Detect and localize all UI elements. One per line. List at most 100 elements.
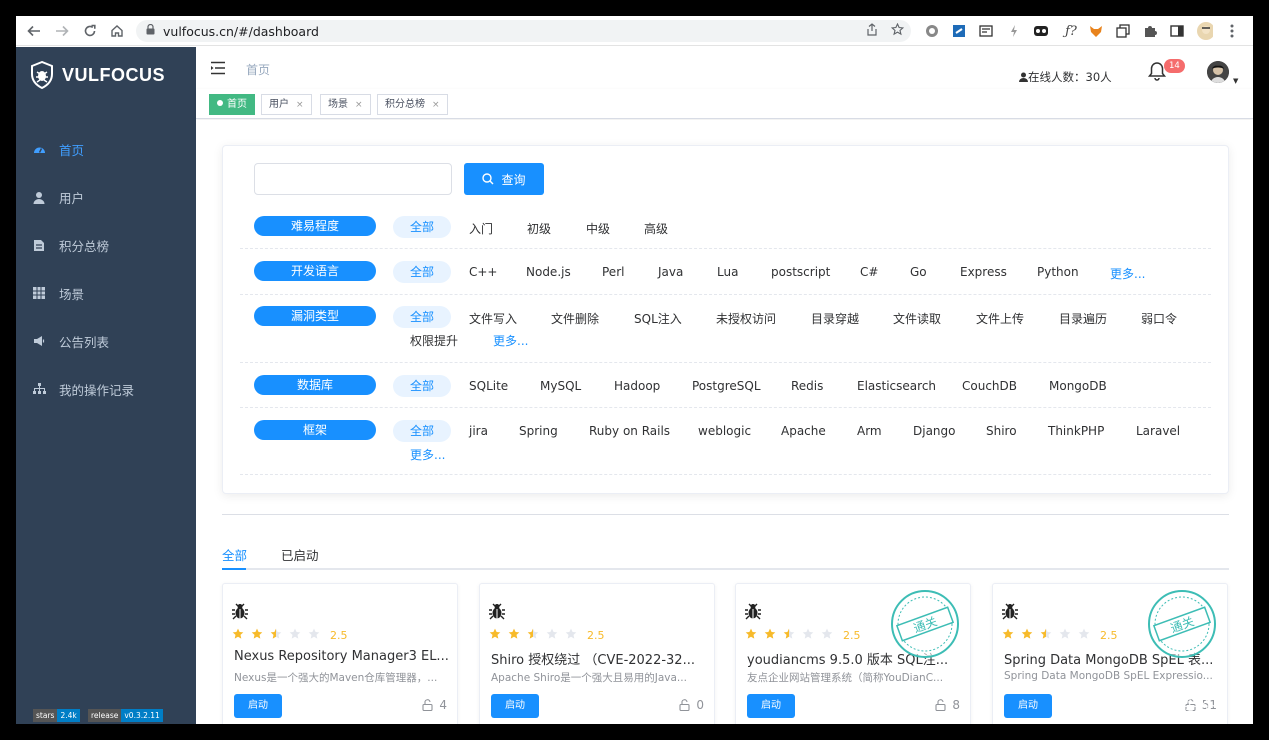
profile-avatar-icon[interactable]	[1197, 22, 1213, 40]
vuln-card[interactable]: 2.5 youdiancms 9.5.0 版本 SQL注... 友点企业网站管理…	[735, 583, 971, 724]
filter-option[interactable]: MongoDB	[1049, 379, 1107, 393]
search-input[interactable]	[254, 163, 452, 195]
vuln-card[interactable]: 2.5 Shiro 授权绕过 （CVE-2022-32... Apache Sh…	[479, 583, 715, 724]
filter-option[interactable]: Laravel	[1136, 424, 1180, 438]
sidebar-item-scenes[interactable]: 场景	[16, 269, 196, 317]
more-menu-icon[interactable]	[1224, 23, 1240, 39]
filter-option[interactable]: Redis	[791, 379, 823, 393]
filter-option[interactable]: 文件上传	[976, 310, 1024, 327]
address-bar[interactable]: vulfocus.cn/#/dashboard	[136, 20, 911, 42]
filter-option-all[interactable]: 全部	[393, 216, 452, 238]
extension-s-icon[interactable]	[951, 23, 967, 39]
filter-option[interactable]: 目录遍历	[1059, 310, 1107, 327]
start-button[interactable]: 启动	[747, 694, 795, 718]
reload-icon[interactable]	[77, 18, 103, 44]
filter-option[interactable]: 文件删除	[551, 310, 599, 327]
extension-glasses-icon[interactable]	[1033, 23, 1049, 39]
extension-bolt-icon[interactable]	[1006, 23, 1022, 39]
filter-option[interactable]: Shiro	[986, 424, 1017, 438]
filter-option-all[interactable]: 全部	[393, 420, 452, 442]
filter-option[interactable]: MySQL	[540, 379, 581, 393]
filter-option[interactable]: C++	[469, 265, 498, 279]
release-badge[interactable]: release v0.3.2.11	[88, 709, 163, 722]
start-button[interactable]: 启动	[234, 694, 282, 718]
filter-option[interactable]: postscript	[771, 265, 830, 279]
filter-option[interactable]: Node.js	[526, 265, 571, 279]
home-icon[interactable]	[104, 18, 130, 44]
filter-option[interactable]: Lua	[717, 265, 738, 279]
search-button[interactable]: 查询	[464, 163, 544, 195]
filter-option[interactable]: Ruby on Rails	[589, 424, 670, 438]
breadcrumb[interactable]: 首页	[246, 61, 270, 78]
hamburger-icon[interactable]	[210, 61, 226, 75]
filter-option-all[interactable]: 全部	[393, 306, 452, 328]
filter-option[interactable]: 文件写入	[469, 310, 517, 327]
puzzle-icon[interactable]	[1142, 23, 1158, 39]
filter-option[interactable]: Spring	[519, 424, 558, 438]
extension-copy-icon[interactable]	[1115, 23, 1131, 39]
extension-fx-icon[interactable]: ƒ?	[1060, 23, 1082, 39]
filter-option-all[interactable]: 全部	[393, 375, 452, 397]
logo[interactable]: VULFOCUS	[30, 61, 165, 89]
filter-more-link[interactable]: 更多...	[410, 446, 445, 463]
filter-option[interactable]: 初级	[527, 220, 551, 237]
share-icon[interactable]	[866, 23, 878, 39]
avatar[interactable]	[1207, 61, 1229, 83]
filter-option[interactable]: ThinkPHP	[1048, 424, 1104, 438]
tab-all[interactable]: 全部	[222, 545, 247, 564]
filter-option[interactable]: weblogic	[698, 424, 751, 438]
forward-icon[interactable]	[49, 18, 75, 44]
stars-badge[interactable]: stars 2.4k	[33, 709, 80, 722]
notification-badge[interactable]: 14	[1164, 59, 1185, 73]
bookmark-star-icon[interactable]	[890, 22, 905, 39]
filter-option[interactable]: jira	[469, 424, 488, 438]
filter-more-link[interactable]: 更多...	[1110, 265, 1145, 282]
close-icon[interactable]: ×	[296, 100, 304, 110]
sidebar-item-announcements[interactable]: 公告列表	[16, 317, 196, 365]
filter-option[interactable]: Go	[910, 265, 927, 279]
extension-circle-icon[interactable]	[924, 23, 940, 39]
filter-option[interactable]: 中级	[586, 220, 610, 237]
filter-option[interactable]: Hadoop	[614, 379, 660, 393]
close-icon[interactable]: ×	[355, 100, 363, 110]
extension-fox-icon[interactable]	[1088, 23, 1104, 39]
filter-option[interactable]: 目录穿越	[811, 310, 859, 327]
vuln-card[interactable]: 2.5 Nexus Repository Manager3 EL... Nexu…	[222, 583, 458, 724]
tag-users[interactable]: 用户 ×	[261, 94, 312, 115]
filter-option[interactable]: 高级	[644, 220, 668, 237]
start-button[interactable]: 启动	[491, 694, 539, 718]
filter-option[interactable]: SQLite	[469, 379, 508, 393]
tag-ranking[interactable]: 积分总榜 ×	[377, 94, 448, 115]
back-icon[interactable]	[21, 18, 47, 44]
tab-started[interactable]: 已启动	[281, 545, 319, 564]
sidepanel-icon[interactable]	[1169, 23, 1185, 39]
close-icon[interactable]: ×	[432, 100, 440, 110]
filter-option[interactable]: Perl	[602, 265, 624, 279]
filter-option[interactable]: 未授权访问	[716, 310, 776, 327]
filter-option[interactable]: Apache	[781, 424, 826, 438]
filter-option[interactable]: PostgreSQL	[692, 379, 761, 393]
filter-option[interactable]: Python	[1037, 265, 1079, 279]
filter-option[interactable]: Elasticsearch	[857, 379, 936, 393]
filter-more-link[interactable]: 更多...	[493, 332, 528, 349]
filter-option[interactable]: 文件读取	[893, 310, 941, 327]
filter-option[interactable]: 弱口令	[1141, 310, 1177, 327]
filter-option[interactable]: Express	[960, 265, 1007, 279]
filter-option[interactable]: CouchDB	[962, 379, 1017, 393]
sidebar-item-home[interactable]: 首页	[16, 125, 196, 173]
tag-home[interactable]: 首页	[209, 94, 255, 115]
filter-option[interactable]: Arm	[857, 424, 882, 438]
start-button[interactable]: 启动	[1004, 694, 1052, 718]
sidebar-item-ranking[interactable]: 积分总榜	[16, 221, 196, 269]
filter-option[interactable]: 权限提升	[410, 332, 458, 349]
filter-option[interactable]: 入门	[469, 220, 493, 237]
filter-option-all[interactable]: 全部	[393, 261, 452, 283]
extension-reader-icon[interactable]	[978, 23, 994, 39]
sidebar-item-users[interactable]: 用户	[16, 173, 196, 221]
filter-option[interactable]: Java	[658, 265, 683, 279]
filter-option[interactable]: Django	[913, 424, 956, 438]
filter-option[interactable]: C#	[860, 265, 878, 279]
tag-scenes[interactable]: 场景 ×	[320, 94, 371, 115]
sidebar-item-history[interactable]: 我的操作记录	[16, 365, 196, 413]
caret-down-icon[interactable]: ▼	[1233, 77, 1238, 85]
